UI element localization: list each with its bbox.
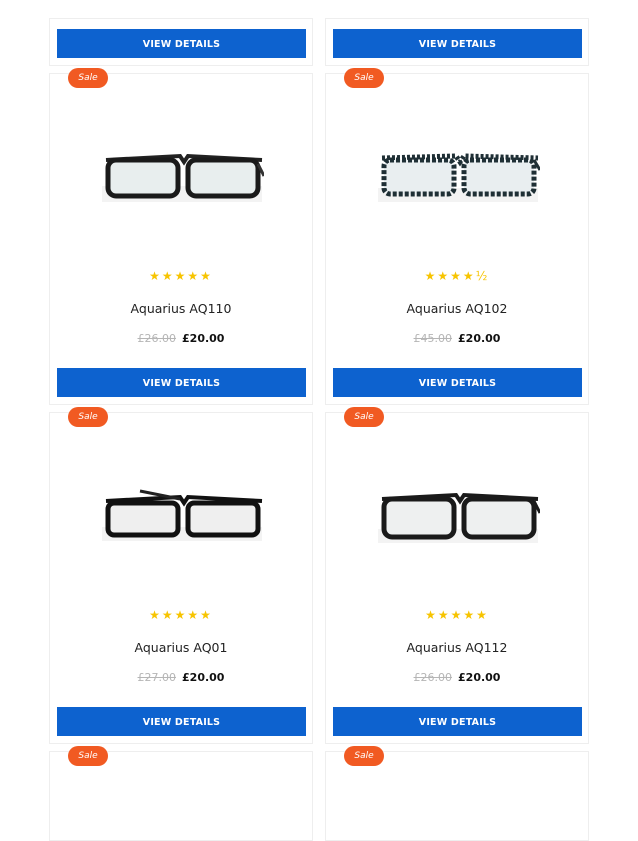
product-card-partial: Sale <box>325 746 589 841</box>
view-details-button[interactable]: VIEW DETAILS <box>333 707 582 736</box>
old-price: £26.00 <box>137 332 177 345</box>
product-image[interactable] <box>376 146 540 210</box>
view-details-button[interactable]: VIEW DETAILS <box>57 29 306 58</box>
product-card-partial: VIEW DETAILS <box>49 18 313 66</box>
glasses-icon <box>378 153 540 202</box>
sale-price: £20.00 <box>458 332 501 345</box>
glasses-icon <box>102 489 263 541</box>
rating-stars: ★★★★½ <box>424 269 490 283</box>
product-title[interactable]: Aquarius AQ102 <box>326 301 588 316</box>
rating-stars: ★★★★★ <box>149 269 213 283</box>
sale-badge: Sale <box>68 68 108 88</box>
product-price: £26.00 £20.00 <box>50 332 312 345</box>
view-details-button[interactable]: VIEW DETAILS <box>57 707 306 736</box>
sale-badge: Sale <box>68 407 108 427</box>
product-card: Sale ★★★★★ Aquarius AQ110 £26.00 £20.00 V… <box>49 68 313 405</box>
old-price: £26.00 <box>413 671 453 684</box>
product-image[interactable] <box>100 146 264 210</box>
product-card-partial: VIEW DETAILS <box>325 18 589 66</box>
view-details-button[interactable]: VIEW DETAILS <box>57 368 306 397</box>
product-title[interactable]: Aquarius AQ112 <box>326 640 588 655</box>
sale-badge: Sale <box>68 746 108 766</box>
glasses-icon <box>378 492 540 543</box>
sale-price: £20.00 <box>458 671 501 684</box>
product-card: Sale ★★★★★ Aquarius AQ01 £27.00 £20.00 VI… <box>49 407 313 744</box>
product-title[interactable]: Aquarius AQ01 <box>50 640 312 655</box>
view-details-button[interactable]: VIEW DETAILS <box>333 368 582 397</box>
rating-stars: ★★★★★ <box>149 608 213 622</box>
product-price: £26.00 £20.00 <box>326 671 588 684</box>
old-price: £45.00 <box>413 332 453 345</box>
glasses-icon <box>102 153 264 202</box>
sale-badge: Sale <box>344 746 384 766</box>
rating-stars: ★★★★★ <box>425 608 489 622</box>
sale-price: £20.00 <box>182 332 225 345</box>
sale-badge: Sale <box>344 407 384 427</box>
product-image[interactable] <box>376 485 540 549</box>
product-title[interactable]: Aquarius AQ110 <box>50 301 312 316</box>
product-card: Sale ★★★★★ Aquarius AQ112 £26.00 £20.00 V… <box>325 407 589 744</box>
sale-badge: Sale <box>344 68 384 88</box>
old-price: £27.00 <box>137 671 177 684</box>
product-image[interactable] <box>100 485 264 549</box>
product-price: £27.00 £20.00 <box>50 671 312 684</box>
view-details-button[interactable]: VIEW DETAILS <box>333 29 582 58</box>
sale-price: £20.00 <box>182 671 225 684</box>
product-card-partial: Sale <box>49 746 313 841</box>
product-card: Sale ★★★★½ Aquarius AQ102 £45.00 £20.00 V… <box>325 68 589 405</box>
product-price: £45.00 £20.00 <box>326 332 588 345</box>
